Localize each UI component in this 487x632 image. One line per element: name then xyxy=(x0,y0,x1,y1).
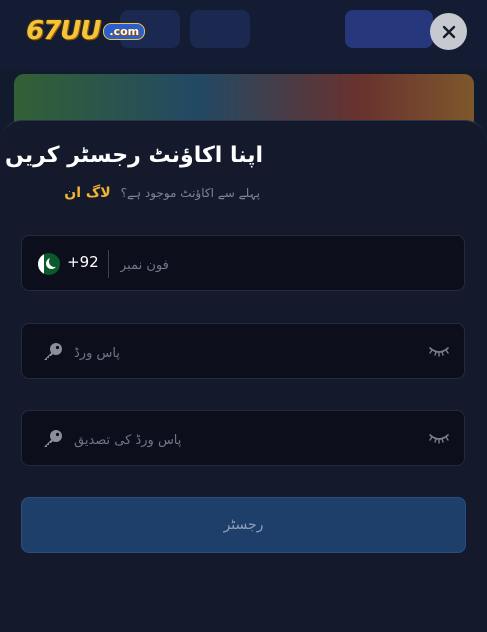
background-nav-item xyxy=(190,10,250,48)
modal-title: اپنا اکاؤنٹ رجسٹر کریں xyxy=(5,143,263,168)
close-button[interactable] xyxy=(430,13,467,50)
logo-text: 67UU xyxy=(26,16,101,46)
password-input[interactable] xyxy=(72,334,406,372)
login-link[interactable]: لاگ ان xyxy=(64,185,110,201)
login-prompt: لاگ ان پہلے سے اکاؤنٹ موجود ہے؟ xyxy=(20,183,260,203)
eye-hidden-icon[interactable] xyxy=(428,431,450,445)
phone-input[interactable] xyxy=(118,246,452,284)
register-modal: اپنا اکاؤنٹ رجسٹر کریں لاگ ان پہلے سے اک… xyxy=(0,120,487,632)
field-divider xyxy=(108,250,109,278)
key-icon xyxy=(44,343,62,360)
already-have-account-text: پہلے سے اکاؤنٹ موجود ہے؟ xyxy=(120,186,260,200)
site-logo: 67UU .com xyxy=(26,14,146,48)
phone-field: +92 xyxy=(21,235,465,291)
logo-suffix: .com xyxy=(103,22,146,40)
key-icon xyxy=(44,430,62,447)
confirm-password-field xyxy=(21,410,465,466)
pakistan-flag-icon[interactable] xyxy=(38,253,60,275)
confirm-password-input[interactable] xyxy=(72,421,406,459)
register-button[interactable]: رجسٹر xyxy=(21,497,466,553)
password-field xyxy=(21,323,465,379)
close-icon xyxy=(442,25,455,38)
eye-hidden-icon[interactable] xyxy=(428,344,450,358)
country-code[interactable]: +92 xyxy=(67,253,99,271)
background-nav-item xyxy=(345,10,433,48)
